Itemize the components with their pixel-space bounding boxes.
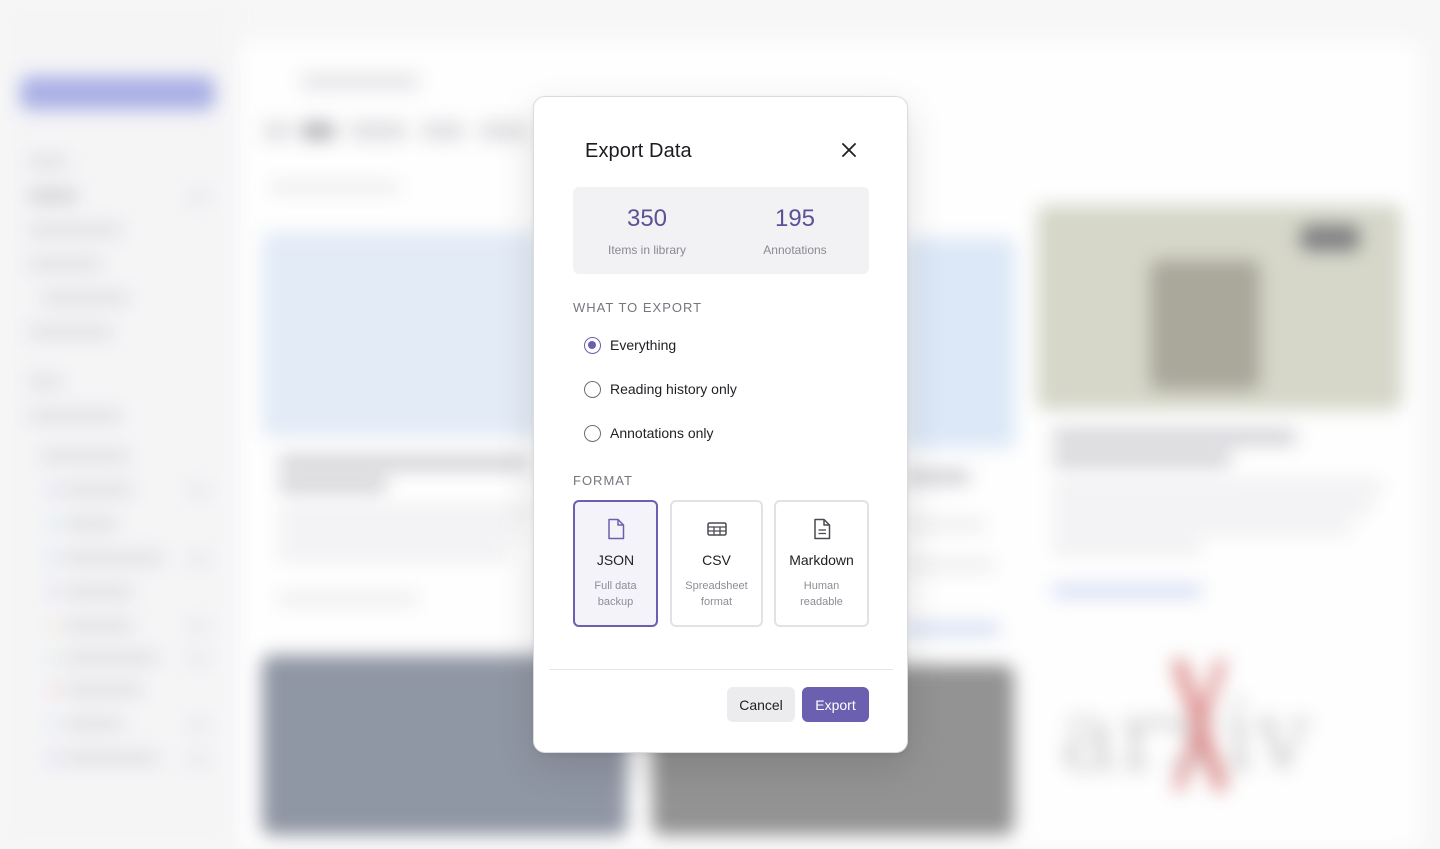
dialog-title: Export Data — [585, 140, 692, 162]
format-description: Spreadsheet format — [680, 578, 753, 610]
stat-label: Annotations — [763, 243, 827, 257]
format-name: Markdown — [789, 552, 854, 568]
stat-value: 195 — [774, 205, 816, 232]
close-icon — [842, 142, 856, 162]
document-icon — [776, 518, 867, 542]
radio-button[interactable] — [584, 424, 601, 442]
format-option-json[interactable]: JSON Full data backup — [573, 500, 658, 627]
file-icon — [575, 518, 656, 542]
radio-option-annotations[interactable]: Annotations only — [584, 422, 714, 444]
close-button[interactable] — [836, 139, 862, 165]
footer-divider — [549, 669, 893, 670]
format-description-line: Full data — [594, 580, 637, 592]
format-description-line: format — [700, 596, 733, 608]
format-description-line: Human — [803, 580, 840, 592]
format-description: Human readable — [784, 578, 859, 610]
format-description-line: Spreadsheet — [685, 580, 748, 592]
format-option-markdown[interactable]: Markdown Human readable — [774, 500, 869, 627]
format-name: JSON — [596, 552, 635, 568]
radio-label: Annotations only — [610, 425, 714, 441]
export-button[interactable]: Export — [802, 687, 869, 722]
format-description-line: readable — [800, 596, 843, 608]
radio-label: Reading history only — [610, 381, 737, 397]
stat-items: 350 Items in library — [573, 187, 721, 274]
format-name: CSV — [702, 552, 731, 568]
radio-label: Everything — [610, 337, 677, 353]
format-heading: FORMAT — [573, 473, 633, 488]
cancel-button[interactable]: Cancel — [727, 687, 795, 722]
export-dialog: Export Data 350 Items in library 195 Ann… — [533, 96, 908, 753]
what-to-export-heading: WHAT TO EXPORT — [573, 300, 703, 315]
radio-button[interactable] — [584, 336, 601, 354]
format-description: Full data backup — [583, 578, 648, 610]
stat-label: Items in library — [607, 243, 687, 257]
radio-button[interactable] — [584, 380, 601, 398]
format-description-line: backup — [597, 596, 634, 608]
table-icon — [672, 518, 761, 542]
radio-option-reading-history[interactable]: Reading history only — [584, 378, 737, 400]
library-stats: 350 Items in library 195 Annotations — [573, 187, 869, 274]
stat-value: 350 — [626, 205, 668, 232]
stat-annotations: 195 Annotations — [721, 187, 869, 274]
radio-option-everything[interactable]: Everything — [584, 334, 676, 356]
format-option-csv[interactable]: CSV Spreadsheet format — [670, 500, 763, 627]
